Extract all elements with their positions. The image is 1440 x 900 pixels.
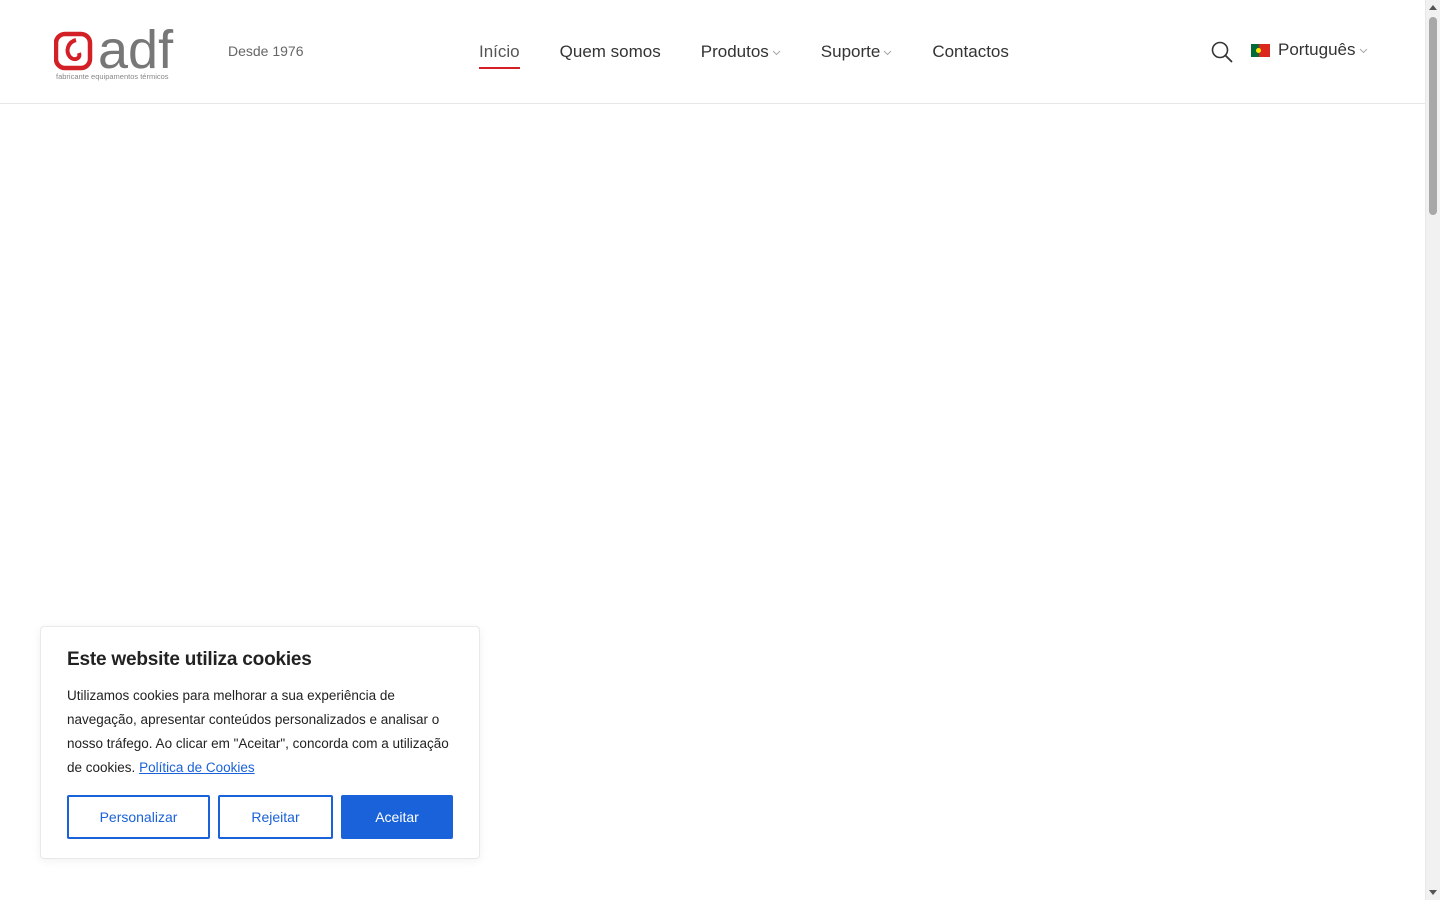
nav-label: Quem somos — [559, 42, 661, 61]
nav-item-inicio[interactable]: Início — [479, 40, 520, 69]
logo-wordmark: adf — [98, 20, 174, 80]
site-header: adf fabricante equipamentos térmicos Des… — [0, 0, 1425, 104]
reject-button[interactable]: Rejeitar — [218, 795, 333, 839]
language-selector[interactable]: Português — [1251, 40, 1368, 60]
cookie-policy-link[interactable]: Política de Cookies — [139, 760, 255, 775]
nav-item-produtos[interactable]: Produtos — [701, 40, 781, 64]
main-nav: Início Quem somos Produtos Suporte Conta… — [479, 40, 1049, 69]
accept-button[interactable]: Aceitar — [341, 795, 453, 839]
cookie-text: Utilizamos cookies para melhorar a sua e… — [67, 684, 467, 780]
nav-label: Início — [479, 42, 520, 61]
language-label: Português — [1278, 40, 1356, 59]
chevron-down-icon — [1359, 48, 1367, 54]
page-scrollbar[interactable] — [1425, 0, 1440, 900]
nav-label: Produtos — [700, 42, 769, 61]
cookie-description: Utilizamos cookies para melhorar a sua e… — [67, 688, 449, 775]
adf-logo[interactable]: adf fabricante equipamentos térmicos — [54, 20, 204, 84]
cookie-banner: Este website utiliza cookies Utilizamos … — [40, 626, 480, 859]
scroll-up-arrow-icon[interactable] — [1429, 5, 1437, 10]
portugal-flag-icon — [1251, 43, 1270, 57]
scroll-thumb[interactable] — [1429, 17, 1437, 215]
customize-button[interactable]: Personalizar — [67, 795, 210, 839]
nav-label: Suporte — [820, 42, 881, 61]
nav-item-quem-somos[interactable]: Quem somos — [560, 40, 661, 64]
scroll-down-arrow-icon[interactable] — [1429, 890, 1437, 895]
search-icon[interactable] — [1211, 41, 1233, 63]
nav-label: Contactos — [932, 42, 1009, 61]
nav-item-suporte[interactable]: Suporte — [821, 40, 893, 64]
logo-tagline: fabricante equipamentos térmicos — [56, 72, 169, 81]
since-text: Desde 1976 — [228, 43, 304, 59]
cookie-title: Este website utiliza cookies — [67, 649, 312, 670]
chevron-down-icon — [772, 50, 781, 56]
chevron-down-icon — [883, 50, 892, 56]
nav-item-contactos[interactable]: Contactos — [932, 40, 1009, 64]
